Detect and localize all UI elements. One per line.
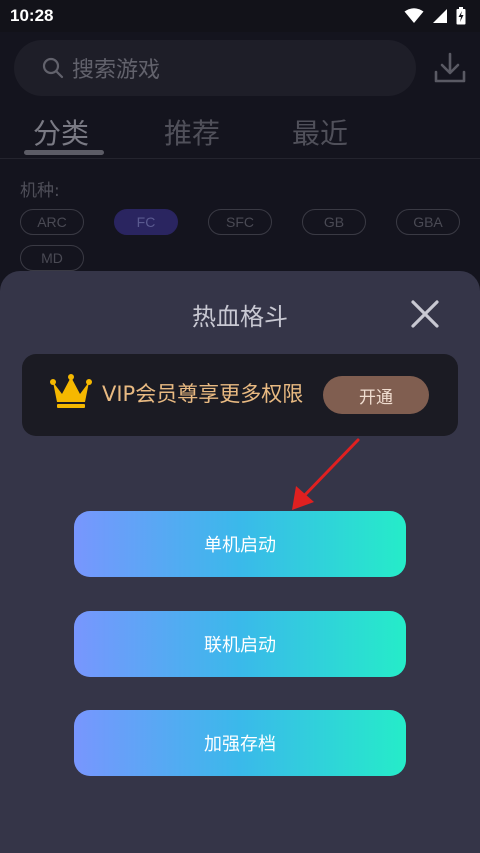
status-time: 10:28 bbox=[10, 6, 54, 25]
game-launch-sheet: 热血格斗 VIP会员尊享更多权限 开通 单机启动 联机启动 加强存档 bbox=[0, 271, 480, 853]
status-bar: 10:28 bbox=[0, 0, 480, 32]
crown-icon bbox=[50, 374, 92, 408]
platform-chip-md[interactable]: MD bbox=[20, 245, 84, 271]
platform-chip-gba[interactable]: GBA bbox=[396, 209, 460, 235]
status-icons bbox=[404, 7, 466, 25]
search-icon bbox=[42, 57, 64, 79]
platform-chip-fc[interactable]: FC bbox=[114, 209, 178, 235]
search-placeholder: 搜索游戏 bbox=[72, 58, 161, 83]
tab-recent[interactable]: 最近 bbox=[292, 112, 348, 152]
battery-charging-icon bbox=[456, 7, 466, 25]
online-launch-button[interactable]: 联机启动 bbox=[74, 611, 406, 677]
tabs-divider bbox=[0, 158, 480, 159]
platform-filter-label: 机种: bbox=[20, 181, 60, 201]
cellular-signal-icon bbox=[433, 9, 447, 23]
platform-chip-gb[interactable]: GB bbox=[302, 209, 366, 235]
single-player-launch-button[interactable]: 单机启动 bbox=[74, 511, 406, 577]
vip-open-button[interactable]: 开通 bbox=[323, 376, 429, 414]
enhanced-save-button[interactable]: 加强存档 bbox=[74, 710, 406, 776]
tab-active-indicator bbox=[24, 150, 104, 155]
tab-category[interactable]: 分类 bbox=[33, 112, 89, 152]
red-arrow-annotation bbox=[292, 438, 360, 510]
download-icon[interactable] bbox=[432, 50, 468, 86]
vip-banner[interactable]: VIP会员尊享更多权限 开通 bbox=[22, 354, 458, 436]
platform-chip-sfc[interactable]: SFC bbox=[208, 209, 272, 235]
close-icon[interactable] bbox=[404, 293, 446, 335]
vip-promo-text: VIP会员尊享更多权限 bbox=[102, 382, 304, 406]
tab-recommend[interactable]: 推荐 bbox=[164, 112, 220, 152]
wifi-icon bbox=[404, 8, 424, 23]
search-input[interactable]: 搜索游戏 bbox=[14, 40, 416, 96]
platform-chip-arc[interactable]: ARC bbox=[20, 209, 84, 235]
